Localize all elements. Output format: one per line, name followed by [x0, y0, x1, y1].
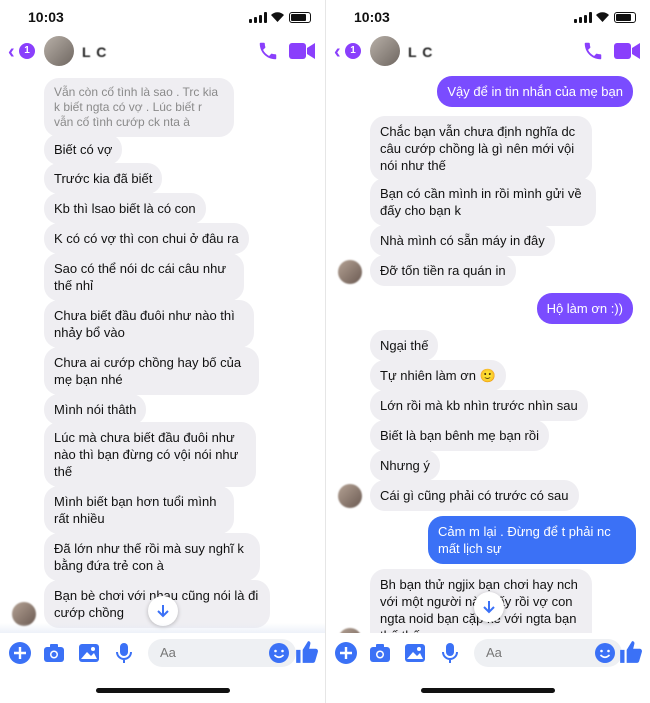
scroll-down-button[interactable] — [148, 596, 178, 626]
chat-header: ‹ 1 L C — [0, 34, 325, 70]
emoji-icon[interactable] — [268, 642, 290, 664]
camera-icon[interactable] — [42, 641, 66, 665]
video-call-icon[interactable] — [614, 42, 640, 60]
message-bubble-outgoing: Hộ làm ơn :)) — [536, 293, 633, 324]
chevron-left-icon: ‹ — [8, 41, 15, 63]
microphone-icon[interactable] — [112, 641, 136, 665]
message-bubble: Kb thì lsao biết là có con — [44, 193, 206, 224]
left-screenshot: 10:03 ‹ 1 L C Vẫn còn cố tình là sao . T… — [0, 0, 325, 703]
status-bar: 10:03 — [0, 0, 325, 34]
message-bubble: Nhà mình có sẵn máy in đây — [370, 225, 555, 256]
message-list[interactable]: Vẫn còn cố tình là sao . Trc kia k biết … — [0, 72, 325, 633]
message-bubble: Sao có thể nói dc cái câu như thế nhỉ — [44, 253, 244, 301]
wifi-icon — [271, 12, 284, 22]
message-bubble: Biết có vợ — [44, 134, 123, 165]
message-bubble: Trước kia đã biết — [44, 163, 163, 194]
back-button[interactable]: ‹ 1 — [332, 40, 362, 64]
home-indicator — [95, 688, 230, 693]
message-bubble: Mình biết bạn hơn tuổi mình rất nhiều — [44, 486, 234, 534]
message-bubble: Biết là bạn bênh mẹ bạn rồi — [370, 420, 549, 451]
like-icon[interactable] — [294, 639, 320, 665]
arrow-down-icon — [483, 601, 495, 614]
scroll-down-button[interactable] — [474, 592, 504, 622]
microphone-icon[interactable] — [438, 641, 462, 665]
video-call-icon[interactable] — [289, 42, 315, 60]
message-bubble: Chưa ai cướp chồng hay bố của mẹ bạn nhé — [44, 347, 259, 395]
message-bubble-outgoing: Vậy để in tin nhắn của mẹ bạn — [437, 76, 633, 107]
message-input[interactable]: Aa — [474, 639, 622, 667]
chevron-left-icon: ‹ — [334, 41, 341, 63]
message-bubble: Ngại thế — [370, 330, 439, 361]
sender-avatar — [338, 484, 362, 508]
sender-avatar — [338, 260, 362, 284]
message-input-placeholder: Aa — [486, 645, 502, 660]
status-time: 10:03 — [354, 9, 390, 25]
message-input[interactable]: Aa — [148, 639, 296, 667]
signal-icon — [249, 12, 267, 23]
contact-name[interactable]: L C — [82, 44, 107, 60]
message-bubble: Lớn rồi mà kb nhìn trước nhìn sau — [370, 390, 588, 421]
message-input-placeholder: Aa — [160, 645, 176, 660]
phone-icon[interactable] — [257, 40, 279, 62]
message-bubble: Đã lớn như thế rồi mà suy nghĩ k bằng đứ… — [44, 533, 260, 581]
unread-badge: 1 — [19, 43, 35, 59]
wifi-icon — [596, 12, 609, 22]
emoji-icon[interactable] — [594, 642, 616, 664]
right-screenshot: 10:03 ‹ 1 L C Vậy để in tin nhắn của mẹ … — [325, 0, 650, 703]
contact-avatar[interactable] — [44, 36, 74, 66]
message-bubble: Lúc mà chưa biết đầu đuôi như nào thì bạ… — [44, 422, 256, 487]
plus-icon[interactable] — [334, 641, 358, 665]
message-bubble: K có có vợ thì con chui ở đâu ra — [44, 223, 249, 254]
message-bubble: Tự nhiên làm ơn 🙂 — [370, 360, 506, 391]
composer-shade — [0, 623, 325, 633]
composer-bar: Aa — [0, 633, 325, 673]
message-bubble-outgoing: Cảm m lại . Đừng để t phải nc mất lịch s… — [428, 516, 636, 564]
phone-icon[interactable] — [582, 40, 604, 62]
plus-icon[interactable] — [8, 641, 32, 665]
signal-icon — [574, 12, 592, 23]
message-bubble: Đỡ tốn tiền ra quán in — [370, 255, 516, 286]
like-icon[interactable] — [618, 639, 644, 665]
message-bubble: Chưa biết đầu đuôi như nào thì nhảy bổ v… — [44, 300, 254, 348]
contact-avatar[interactable] — [370, 36, 400, 66]
home-indicator — [421, 688, 555, 693]
message-list[interactable]: Vậy để in tin nhắn của mẹ bạn Chắc bạn v… — [326, 72, 650, 633]
camera-icon[interactable] — [368, 641, 392, 665]
status-bar: 10:03 — [326, 0, 650, 34]
message-bubble: Mình nói thâth — [44, 394, 147, 425]
unread-badge: 1 — [345, 43, 361, 59]
message-bubble: Nhưng ý — [370, 450, 440, 481]
gallery-icon[interactable] — [77, 641, 101, 665]
battery-icon — [289, 12, 311, 23]
chat-header: ‹ 1 L C — [326, 34, 650, 70]
gallery-icon[interactable] — [403, 641, 427, 665]
contact-name[interactable]: L C — [408, 44, 433, 60]
message-bubble: Bạn có cần mình in rồi mình gửi về đấy c… — [370, 178, 596, 226]
battery-icon — [614, 12, 636, 23]
message-bubble: Vẫn còn cố tình là sao . Trc kia k biết … — [44, 78, 234, 137]
status-time: 10:03 — [28, 9, 64, 25]
composer-bar: Aa — [326, 633, 650, 673]
message-bubble: Cái gì cũng phải có trước có sau — [370, 480, 579, 511]
message-bubble: Chắc bạn vẫn chưa định nghĩa dc câu cướp… — [370, 116, 592, 181]
arrow-down-icon — [157, 605, 169, 618]
back-button[interactable]: ‹ 1 — [6, 40, 36, 64]
